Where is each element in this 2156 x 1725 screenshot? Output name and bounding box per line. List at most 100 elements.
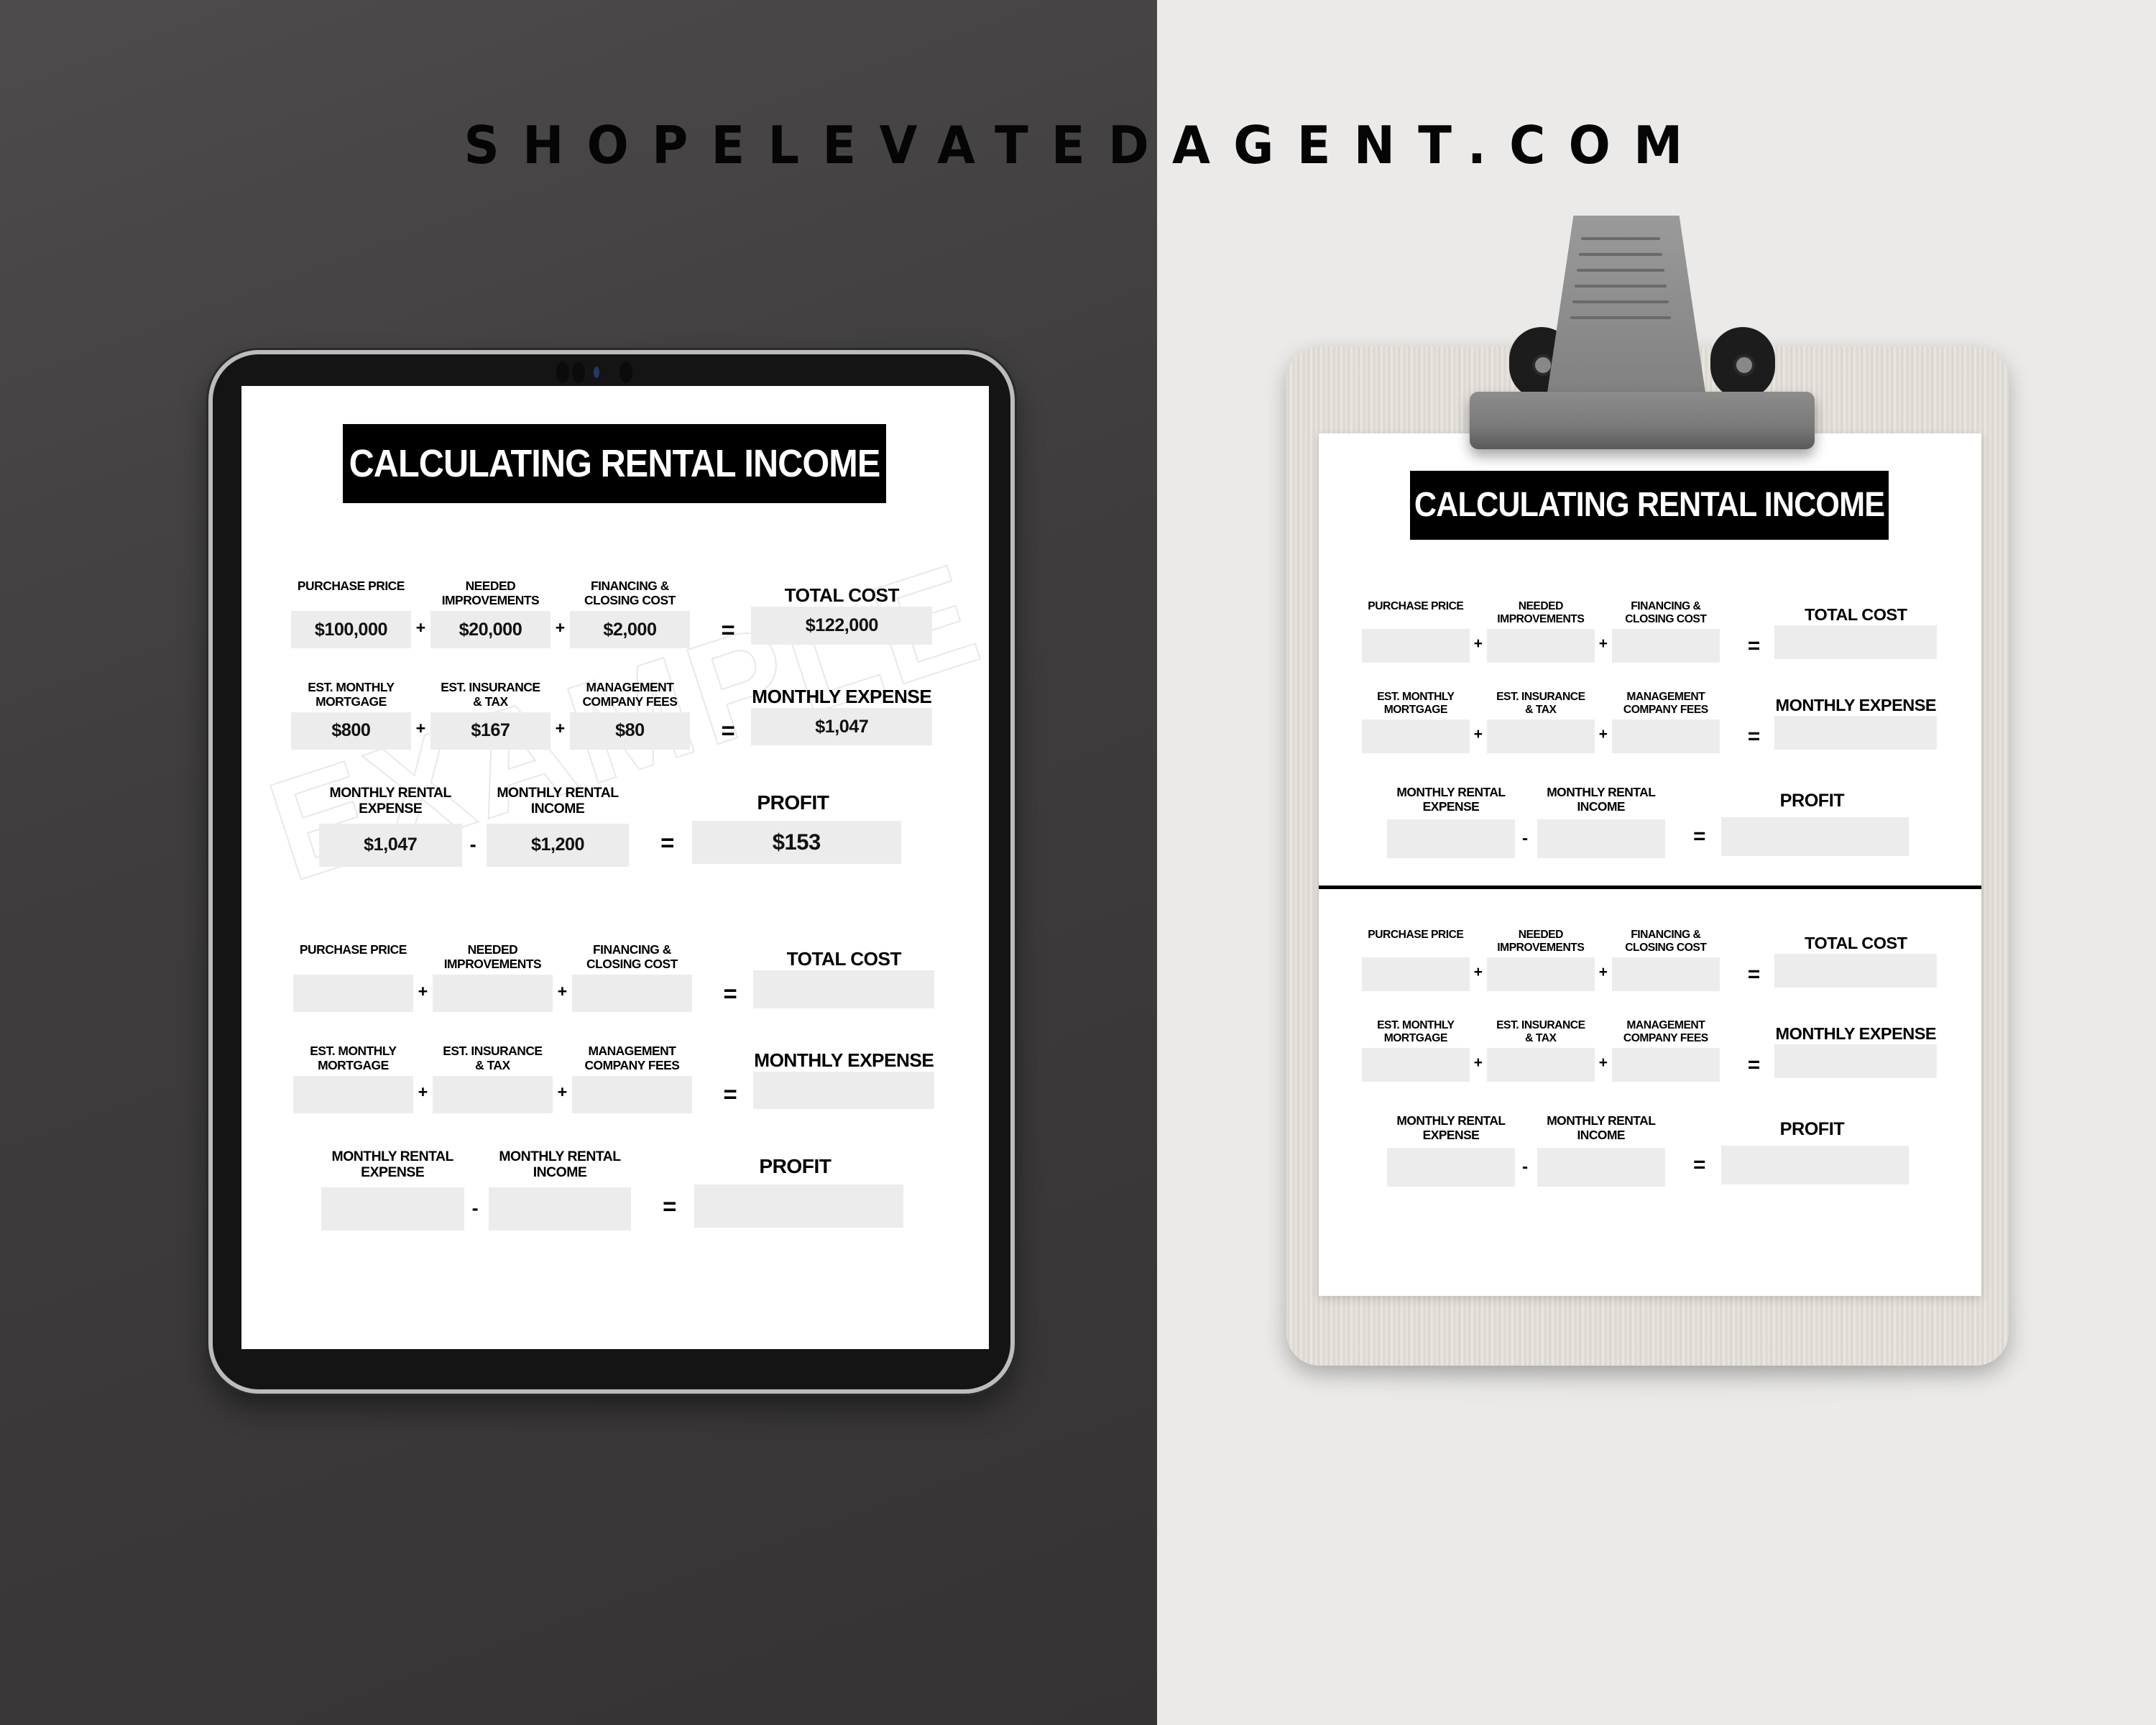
- row2-label: MANAGEMENT COMPANY FEES: [584, 1044, 680, 1073]
- row2-label: MANAGEMENT COMPANY FEES: [1623, 691, 1708, 717]
- row1-label: NEEDED IMPROVEMENTS: [441, 579, 540, 608]
- row1-field[interactable]: [1612, 957, 1720, 991]
- row2-field[interactable]: [433, 1075, 553, 1114]
- row2-result-field[interactable]: $1,047: [751, 707, 933, 746]
- row2-operator: +: [1598, 725, 1608, 742]
- row3-result-label: PROFIT: [1779, 791, 1845, 811]
- row1-result-label: TOTAL COST: [784, 584, 900, 607]
- row2-field[interactable]: [1362, 719, 1470, 754]
- row3-field[interactable]: [1537, 819, 1665, 859]
- row1-operator: +: [1473, 963, 1483, 980]
- row1-field[interactable]: $20,000: [430, 611, 550, 649]
- row3-result-field[interactable]: [694, 1184, 903, 1228]
- section-divider: [1319, 886, 1981, 889]
- row2-field[interactable]: [572, 1075, 692, 1114]
- row1-field[interactable]: $2,000: [570, 611, 690, 649]
- row3-label: MONTHLY RENTAL EXPENSE: [331, 1148, 454, 1180]
- row3-field[interactable]: [1537, 1148, 1665, 1187]
- row2-field[interactable]: [1487, 719, 1595, 754]
- sheet-title: CALCULATING RENTAL INCOME: [343, 424, 886, 503]
- row1-label: PURCHASE PRICE: [297, 579, 405, 594]
- row2-label: EST. INSURANCE & TAX: [1496, 1019, 1585, 1045]
- row1-field[interactable]: $100,000: [291, 611, 411, 649]
- tablet-device: [208, 350, 1015, 1394]
- row1-operator: +: [415, 617, 426, 637]
- row1-field[interactable]: [1362, 957, 1470, 991]
- row3-result-field[interactable]: [1721, 816, 1909, 856]
- row3-result-label: PROFIT: [757, 791, 829, 814]
- row1-field[interactable]: [1487, 629, 1595, 663]
- row3-result-label: PROFIT: [1779, 1119, 1845, 1140]
- row1-label: NEEDED IMPROVEMENTS: [1497, 599, 1585, 625]
- row1-field[interactable]: [1362, 629, 1470, 663]
- row2-result-label: MONTHLY EXPENSE: [754, 1049, 934, 1071]
- clip-ridge: [1575, 285, 1667, 288]
- row1-operator: =: [723, 980, 737, 1007]
- clip-ridge: [1570, 316, 1671, 319]
- row2-field[interactable]: [1612, 719, 1720, 754]
- row3-label: MONTHLY RENTAL EXPENSE: [329, 784, 452, 816]
- row3-label: MONTHLY RENTAL EXPENSE: [1396, 784, 1506, 814]
- row2-operator: +: [1598, 1054, 1608, 1071]
- row2-field[interactable]: $80: [570, 712, 690, 750]
- row1-operator: +: [1473, 635, 1483, 652]
- row3-field[interactable]: $1,047: [318, 823, 462, 867]
- row3-operator: =: [660, 829, 675, 856]
- row3-operator: -: [1522, 828, 1529, 848]
- row1-result-field[interactable]: $122,000: [751, 607, 933, 645]
- row3-operator: -: [1522, 1156, 1529, 1177]
- row2-field[interactable]: [1612, 1048, 1720, 1082]
- row3-label: MONTHLY RENTAL INCOME: [1547, 1113, 1656, 1142]
- row3-field[interactable]: [1386, 819, 1516, 859]
- row2-result-field[interactable]: [1774, 1044, 1938, 1078]
- row3-field[interactable]: $1,200: [486, 823, 630, 867]
- row2-operator: =: [1747, 1053, 1761, 1077]
- row1-label: PURCHASE PRICE: [299, 942, 407, 957]
- row2-field[interactable]: [1487, 1048, 1595, 1082]
- row2-result-field[interactable]: [753, 1071, 935, 1110]
- row2-field[interactable]: [293, 1075, 413, 1114]
- camera-icon: [572, 362, 585, 383]
- row2-field[interactable]: $167: [430, 712, 550, 750]
- row1-result-field[interactable]: [1774, 625, 1938, 659]
- row1-field[interactable]: [1612, 629, 1720, 663]
- row1-field[interactable]: [572, 975, 692, 1013]
- row3-label: MONTHLY RENTAL EXPENSE: [1396, 1113, 1506, 1142]
- row3-label: MONTHLY RENTAL INCOME: [499, 1148, 621, 1180]
- row2-field[interactable]: [1362, 1048, 1470, 1082]
- row1-operator: =: [721, 616, 735, 643]
- row1-field[interactable]: [293, 975, 413, 1013]
- row2-label: EST. INSURANCE & TAX: [443, 1044, 543, 1073]
- row2-result-label: MONTHLY EXPENSE: [1775, 696, 1937, 715]
- row3-field[interactable]: [321, 1187, 464, 1230]
- row1-label: FINANCING & CLOSING COST: [584, 579, 676, 608]
- row1-label: FINANCING & CLOSING COST: [1625, 599, 1707, 625]
- row2-label: EST. INSURANCE & TAX: [441, 680, 540, 709]
- row3-operator: -: [469, 833, 476, 856]
- row3-result-label: PROFIT: [759, 1155, 831, 1178]
- clip-ridge: [1581, 237, 1660, 240]
- row3-label: MONTHLY RENTAL INCOME: [497, 784, 619, 816]
- row3-result-field[interactable]: [1721, 1145, 1909, 1184]
- clip-jaw-icon: [1470, 392, 1815, 449]
- row1-label: PURCHASE PRICE: [1368, 928, 1464, 941]
- sheet-title: CALCULATING RENTAL INCOME: [1410, 471, 1889, 540]
- row1-field[interactable]: [433, 975, 553, 1013]
- row3-label: MONTHLY RENTAL INCOME: [1547, 784, 1656, 814]
- row2-label: MANAGEMENT COMPANY FEES: [582, 680, 678, 709]
- row1-operator: +: [418, 981, 428, 1000]
- row3-operator: =: [1693, 1153, 1706, 1177]
- row1-result-field[interactable]: [753, 970, 935, 1008]
- row1-field[interactable]: [1487, 957, 1595, 991]
- row1-operator: +: [555, 617, 566, 637]
- row3-field[interactable]: [1386, 1148, 1516, 1187]
- row1-result-field[interactable]: [1774, 953, 1938, 988]
- clip-hinge-right-icon: [1710, 327, 1775, 399]
- clip-ridge: [1577, 269, 1664, 272]
- row2-operator: +: [1473, 725, 1483, 742]
- row2-operator: =: [721, 717, 735, 745]
- row3-field[interactable]: [488, 1187, 632, 1230]
- row3-result-field[interactable]: $153: [691, 820, 901, 865]
- row2-result-field[interactable]: [1774, 715, 1938, 750]
- row2-field[interactable]: $800: [291, 712, 411, 750]
